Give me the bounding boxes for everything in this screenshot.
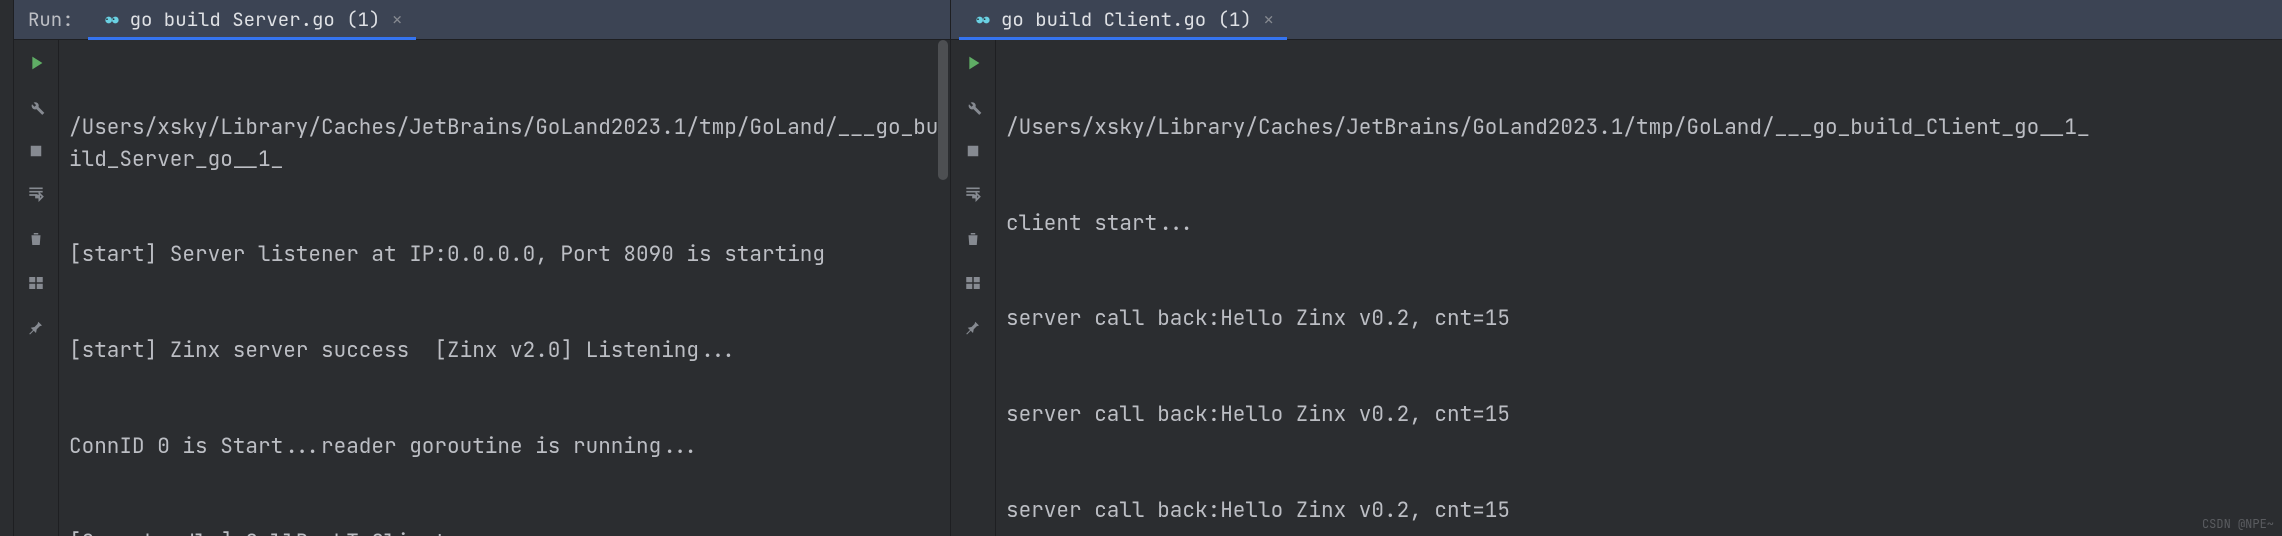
console-line: [start] Server listener at IP:0.0.0.0, P… [69,239,940,271]
watermark: CSDN @NPE~ [2202,516,2274,532]
panel-content: /Users/xsky/Library/Caches/JetBrains/GoL… [14,40,950,536]
run-toolbar-right [951,40,996,536]
stop-button[interactable] [960,138,986,164]
run-toolbar-left [14,40,59,536]
tab-label: go build Client.go (1) [1001,7,1252,32]
console-output-left[interactable]: /Users/xsky/Library/Caches/JetBrains/GoL… [59,40,950,536]
run-label: Run: [14,7,88,32]
panel-content: /Users/xsky/Library/Caches/JetBrains/GoL… [951,40,2282,536]
console-line: [Conn handle] CallBackToClient.... [69,527,940,536]
pin-icon[interactable] [960,314,986,340]
scrollbar-thumb[interactable] [938,40,948,180]
pin-icon[interactable] [23,314,49,340]
layout-icon[interactable] [960,270,986,296]
tab-label: go build Server.go (1) [130,7,381,32]
console-output-right[interactable]: /Users/xsky/Library/Caches/JetBrains/GoL… [996,40,2282,536]
close-icon[interactable]: ✕ [1264,9,1274,30]
layout-icon[interactable] [23,270,49,296]
stop-button[interactable] [23,138,49,164]
rerun-button[interactable] [960,50,986,76]
console-line: /Users/xsky/Library/Caches/JetBrains/GoL… [1006,112,2272,144]
tab-client[interactable]: go build Client.go (1) ✕ [959,0,1287,39]
console-line: server call back:Hello Zinx v0.2, cnt=15 [1006,495,2272,527]
trash-icon[interactable] [960,226,986,252]
tab-bar-right: go build Client.go (1) ✕ [951,0,2282,40]
run-panel-server: Run: go build Server.go (1) ✕ [14,0,951,536]
wrench-icon[interactable] [23,94,49,120]
tab-server[interactable]: go build Server.go (1) ✕ [88,0,416,39]
wrench-icon[interactable] [960,94,986,120]
go-file-icon [102,10,122,30]
scroll-to-end-icon[interactable] [23,182,49,208]
run-panels: Run: go build Server.go (1) ✕ [14,0,2282,536]
scroll-to-end-icon[interactable] [960,182,986,208]
ide-left-strip [0,0,14,536]
console-line: ConnID 0 is Start...reader goroutine is … [69,431,940,463]
tab-bar-left: Run: go build Server.go (1) ✕ [14,0,950,40]
trash-icon[interactable] [23,226,49,252]
console-line: server call back:Hello Zinx v0.2, cnt=15 [1006,303,2272,335]
run-panel-client: go build Client.go (1) ✕ [951,0,2282,536]
go-file-icon [973,10,993,30]
close-icon[interactable]: ✕ [392,9,402,30]
console-line: client start... [1006,208,2272,240]
rerun-button[interactable] [23,50,49,76]
console-line: [start] Zinx server success [Zinx v2.0] … [69,335,940,367]
console-line: /Users/xsky/Library/Caches/JetBrains/GoL… [69,112,940,176]
console-line: server call back:Hello Zinx v0.2, cnt=15 [1006,399,2272,431]
